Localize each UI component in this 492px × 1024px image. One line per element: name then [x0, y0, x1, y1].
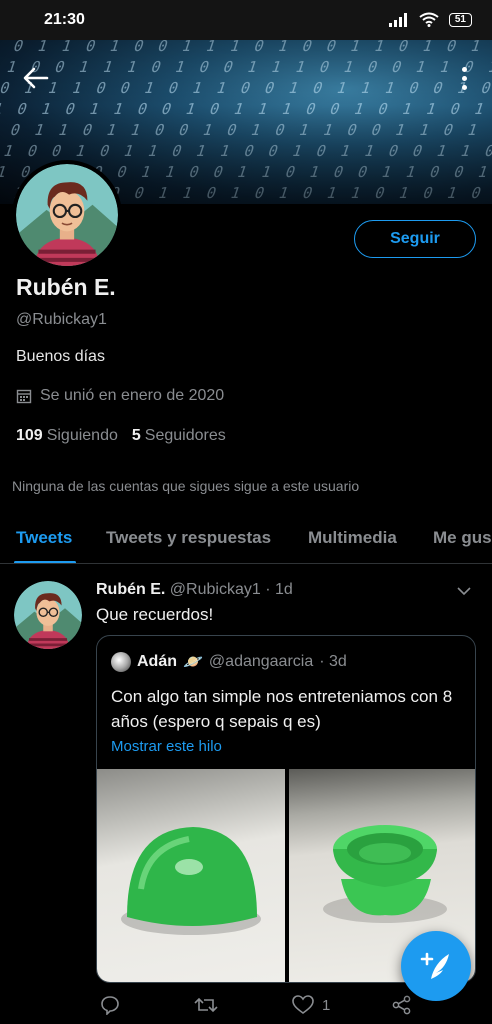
status-time: 21:30 — [44, 11, 85, 28]
chevron-down-icon[interactable] — [456, 583, 472, 599]
profile-avatar[interactable] — [12, 160, 122, 270]
following-label: Siguiendo — [46, 427, 118, 444]
heart-icon — [292, 995, 314, 1014]
quoted-tweet[interactable]: Adán 🪐 @adangaarcia · 3d Con algo tan si… — [96, 635, 476, 983]
reply-button[interactable] — [100, 995, 120, 1015]
share-button[interactable] — [392, 995, 412, 1015]
following-count: 109 — [16, 427, 43, 444]
tweet-text: Que recuerdos! — [96, 605, 214, 624]
tweet-header: Rubén E. @Rubickay1 · 1d — [96, 581, 293, 599]
profile-name: Rubén E. — [16, 274, 116, 300]
media-photo-1[interactable] — [97, 769, 285, 982]
tab-tweets[interactable]: Tweets — [16, 528, 72, 548]
status-bar: 21:30 51 — [0, 0, 492, 40]
quoted-author-emoji: 🪐 — [183, 654, 203, 671]
tweet-time: · 1d — [265, 581, 293, 598]
retweet-icon — [194, 997, 218, 1013]
compose-tweet-button[interactable] — [401, 931, 471, 1001]
following-link[interactable]: 109 Siguiendo — [16, 427, 118, 445]
quoted-tweet-text: Con algo tan simple nos entreteniamos co… — [111, 687, 453, 731]
calendar-icon — [16, 389, 32, 404]
show-thread-link[interactable]: Mostrar este hilo — [111, 738, 222, 755]
like-count: 1 — [322, 996, 331, 1014]
tab-likes[interactable]: Me gus — [433, 528, 492, 548]
quoted-author-name: Adán — [137, 653, 177, 670]
tab-media[interactable]: Multimedia — [308, 528, 397, 548]
quoted-tweet-time: · 3d — [319, 653, 347, 670]
green-dome-toy — [121, 827, 261, 935]
status-icons: 51 — [388, 12, 472, 27]
active-tab-indicator — [14, 561, 76, 563]
arrow-left-icon — [23, 67, 49, 89]
signal-icon — [388, 12, 407, 27]
tweet-actions: 1 — [96, 993, 426, 1023]
back-button[interactable] — [18, 60, 54, 96]
followers-link[interactable]: 5 Seguidores — [132, 427, 226, 445]
profile-joined: Se unió en enero de 2020 — [16, 387, 224, 405]
more-vertical-icon — [461, 66, 467, 72]
battery-indicator: 51 — [448, 12, 472, 27]
like-button[interactable]: 1 — [292, 995, 330, 1015]
wifi-icon — [419, 12, 439, 27]
quoted-author-avatar — [111, 652, 131, 672]
retweet-button[interactable] — [194, 995, 218, 1015]
followers-you-know-note: Ninguna de las cuentas que sigues sigue … — [12, 478, 360, 494]
follow-button[interactable]: Seguir — [354, 220, 476, 258]
avatar-illustration — [16, 164, 118, 266]
share-icon — [392, 995, 411, 1015]
more-options-button[interactable] — [452, 60, 476, 96]
avatar-illustration — [14, 581, 82, 649]
profile-tabs: Tweets Tweets y respuestas Multimedia Me… — [0, 512, 492, 564]
reply-icon — [101, 996, 119, 1015]
quoted-tweet-header: Adán 🪐 @adangaarcia · 3d — [111, 652, 347, 672]
tweet-author-handle: @Rubickay1 — [169, 581, 261, 598]
followers-count: 5 — [131, 427, 141, 444]
quoted-author-handle: @adangaarcia — [208, 653, 314, 670]
profile-bio: Buenos días — [16, 348, 105, 365]
tab-tweets-replies[interactable]: Tweets y respuestas — [106, 528, 271, 548]
tweet-author-name[interactable]: Rubén E. — [96, 581, 165, 598]
joined-date: Se unió en enero de 2020 — [40, 387, 225, 404]
compose-tweet-icon — [420, 952, 449, 979]
profile-handle: @Rubickay1 — [16, 311, 107, 328]
tweet-author-avatar[interactable] — [14, 581, 82, 649]
followers-label: Seguidores — [144, 427, 226, 444]
profile-stats: 109 Siguiendo 5 Seguidores — [16, 427, 226, 445]
